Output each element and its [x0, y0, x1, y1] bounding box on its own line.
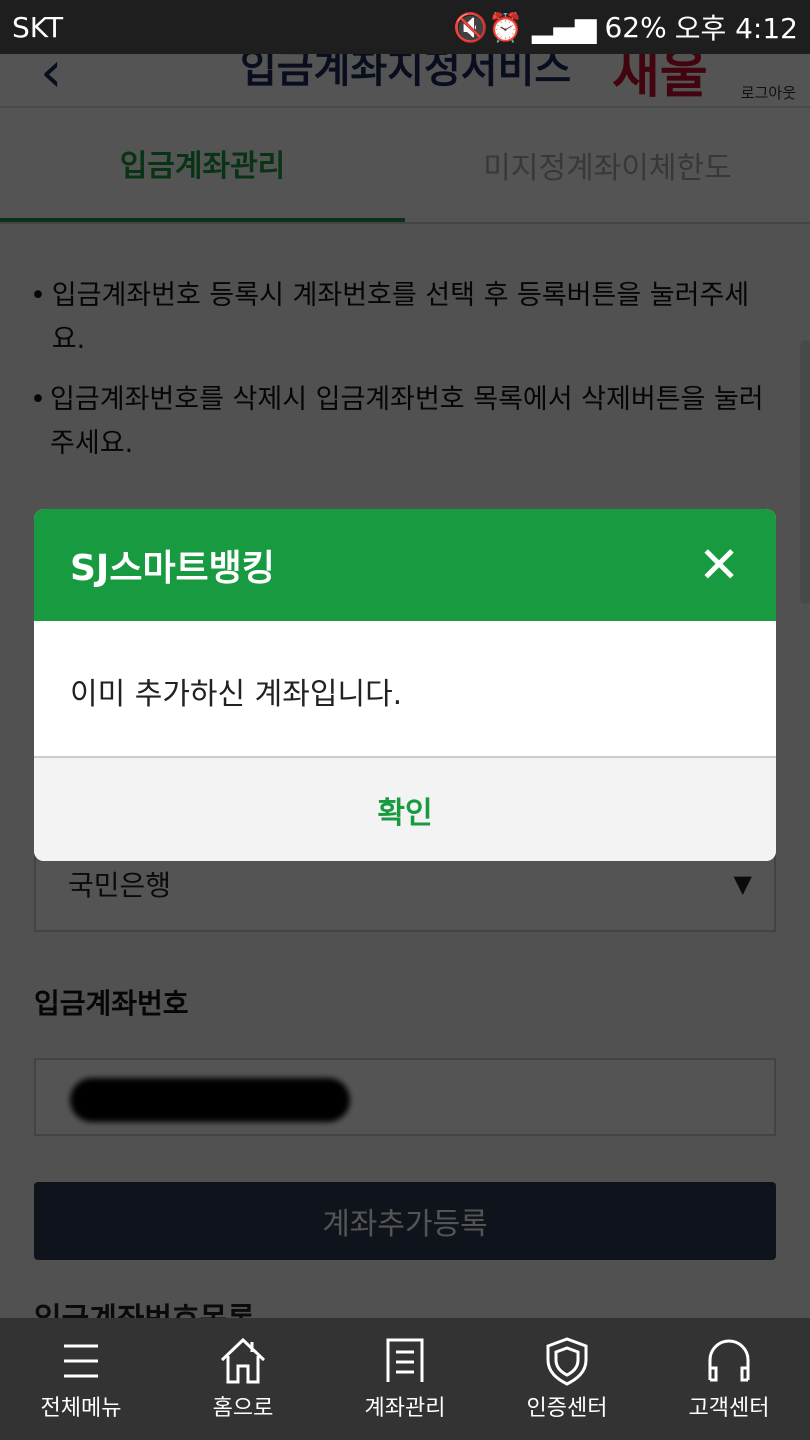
tab-deposit-account[interactable]: 입금계좌관리 [0, 108, 405, 222]
menu-icon [64, 1344, 98, 1378]
logout-button[interactable]: 로그아웃 [741, 82, 796, 103]
page-title: 입금계좌지정서비스 [240, 54, 572, 92]
add-account-button[interactable]: 계좌추가등록 [34, 1182, 776, 1260]
home-icon [220, 1337, 266, 1384]
tabs: 입금계좌관리 미지정계좌이체한도 [0, 108, 810, 224]
list-title: 입금계좌번호목록 [34, 1294, 255, 1318]
redacted-value [70, 1078, 350, 1122]
confirm-button[interactable]: 확인 [34, 758, 776, 861]
scrollbar[interactable] [800, 340, 810, 604]
alert-dialog: SJ스마트뱅킹 ✕ 이미 추가하신 계좌입니다. 확인 [34, 509, 776, 861]
battery: 62% [604, 10, 667, 44]
note: • 입금계좌번호 등록시 계좌번호를 선택 후 등록버튼을 눌러주세요. [30, 280, 750, 355]
header: ‹ 입금계좌지정서비스 새울 로그아웃 [0, 54, 810, 108]
chevron-down-icon: ▼ [733, 870, 752, 898]
time: 오후 4:12 [674, 12, 798, 45]
carrier: SKT [12, 10, 64, 44]
dialog-header: SJ스마트뱅킹 ✕ [34, 509, 776, 621]
nav-all-menu[interactable]: 전체메뉴 [0, 1318, 162, 1440]
close-icon[interactable]: ✕ [698, 536, 740, 594]
account-label: 입금계좌번호 [34, 987, 189, 1020]
dialog-message: 이미 추가하신 계좌입니다. [34, 621, 776, 758]
nav-account[interactable]: 계좌관리 [324, 1318, 486, 1440]
bottom-nav: 전체메뉴 홈으로 계좌관리 인증센터 고객센터 [0, 1318, 810, 1440]
status-icons: 🔇⏰ ▂▄▆ [453, 10, 597, 44]
headset-icon [708, 1339, 750, 1382]
nav-cert[interactable]: 인증센터 [486, 1318, 648, 1440]
nav-customer[interactable]: 고객센터 [648, 1318, 810, 1440]
nav-home[interactable]: 홈으로 [162, 1318, 324, 1440]
notes: • 입금계좌번호 등록시 계좌번호를 선택 후 등록버튼을 눌러주세요. • 입금계… [0, 224, 810, 466]
shield-icon [546, 1337, 588, 1386]
status-bar: SKT 🔇⏰ ▂▄▆ 62% 오후 4:12 [0, 0, 810, 54]
tab-transfer-limit[interactable]: 미지정계좌이체한도 [405, 108, 810, 222]
logo: 새울 [612, 54, 708, 105]
document-icon [386, 1338, 424, 1382]
back-icon[interactable]: ‹ [40, 54, 62, 105]
note: • 입금계좌번호를 삭제시 입금계좌번호 목록에서 삭제버튼을 눌러주세요. [30, 384, 764, 459]
account-input[interactable] [34, 1058, 776, 1136]
dialog-title: SJ스마트뱅킹 [70, 548, 275, 589]
